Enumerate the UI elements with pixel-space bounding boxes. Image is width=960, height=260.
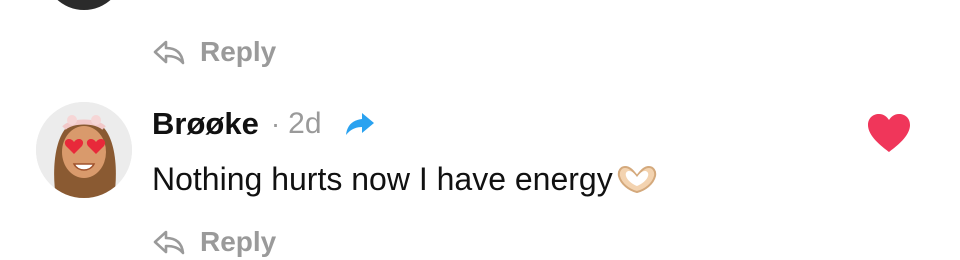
separator-dot: · [270, 108, 281, 139]
avatar[interactable] [36, 102, 132, 198]
reply-label: Reply [200, 226, 277, 257]
share-arrow-icon[interactable] [344, 110, 376, 138]
timestamp: 2d [288, 107, 322, 140]
comment-reply-button[interactable]: Reply [152, 224, 276, 260]
bitmoji-avatar-icon [36, 102, 132, 198]
previous-comment-reply-button[interactable]: Reply [152, 34, 276, 70]
comment-header: Brøøke · 2d [152, 104, 376, 144]
heart-icon [868, 114, 910, 152]
reply-arrow-icon [153, 40, 185, 65]
like-button[interactable] [866, 112, 912, 154]
author-name[interactable]: Brøøke [152, 104, 259, 144]
reply-label: Reply [200, 36, 277, 67]
heart-hands-icon [617, 165, 656, 194]
comment-text: Nothing hurts now I have energy [152, 158, 659, 200]
previous-comment-avatar[interactable] [44, 0, 124, 10]
comment-body: Nothing hurts now I have energy [152, 161, 613, 197]
reply-arrow-icon [153, 230, 185, 255]
